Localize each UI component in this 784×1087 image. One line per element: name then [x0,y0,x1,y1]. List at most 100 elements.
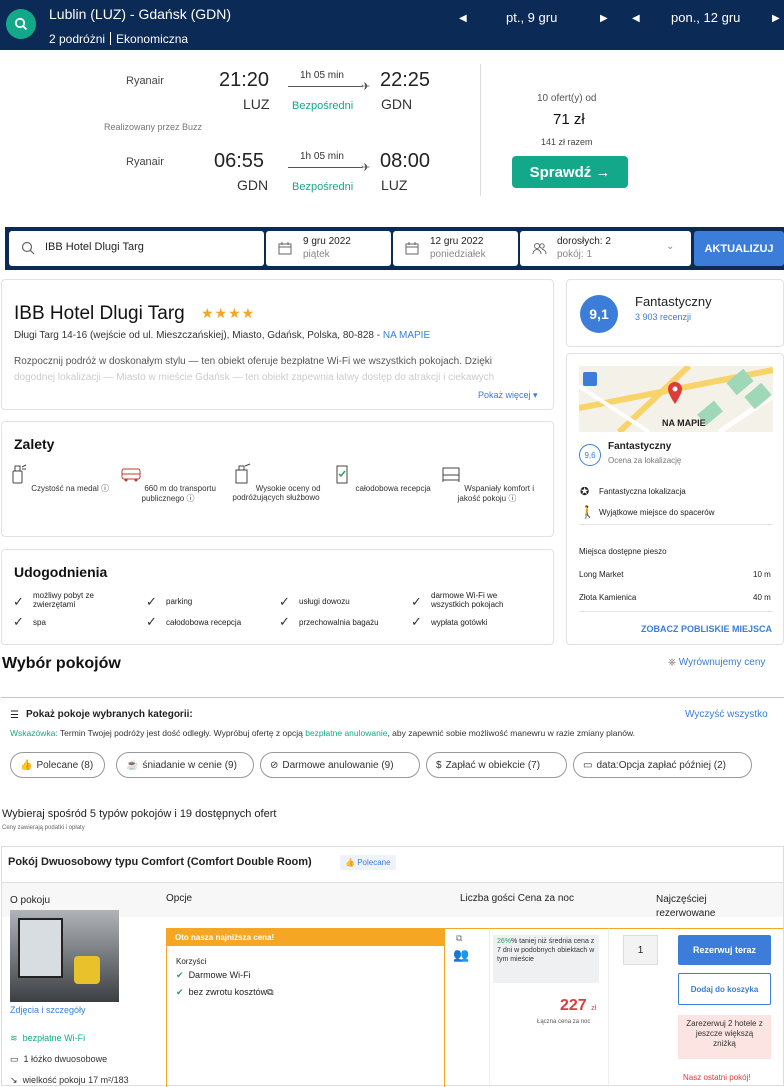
trip-details[interactable]: 2 podróżni Ekonomiczna [49,32,188,46]
reviews-link[interactable]: 3 903 recenzji [635,312,691,322]
offer-count: 10 ofert(y) od [537,93,597,104]
next-outbound-date-icon[interactable]: ▶ [600,13,608,24]
bed-icon [442,467,460,482]
filter-breakfast[interactable]: ☕ śniadanie w cenie (9) [116,752,254,778]
check-icon: ✓ [411,614,422,629]
room-name: Pokój Dwuosobowy typu Comfort (Comfort D… [8,856,312,868]
bed-amenity: ▭ 1 łóżko dwuosobowe [10,1054,108,1064]
room-photo[interactable] [10,910,119,1002]
direct-label: Bezpośredni [292,100,354,112]
check-icon: ✓ [411,594,422,609]
flight-duration: 1h 05 min [300,151,344,162]
map-preview[interactable]: NA MAPIE [579,366,773,432]
col-popular: Najczęściej rezerwowane [656,894,716,919]
col-about: O pokoju [10,895,51,906]
reception-icon [336,465,348,484]
filter-pay-later[interactable]: ▭ data:Opcja zapłać później (2) [573,752,752,778]
map-pin-icon [668,382,682,404]
multi-hotel-promo[interactable]: Zarezerwuj 2 hotele z jeszcze większą zn… [678,1015,771,1059]
quantity-select[interactable]: 1 [623,935,658,965]
checkin-field[interactable]: 9 gru 2022 piątek [266,231,391,266]
facility-item: usługi dowozu [299,597,350,606]
check-icon: ✓ [146,594,157,609]
check-icon: ✓ [279,594,290,609]
show-more-link[interactable]: Pokaż więcej ▾ [478,390,538,401]
last-room-label: Nasz ostatni pokój! [683,1073,751,1082]
outbound-date[interactable]: pt., 9 gru [506,10,557,25]
checkout-field[interactable]: 12 gru 2022 poniedziałek [393,231,518,266]
guests-field[interactable]: dorosłych: 2 pokój: 1 ⌄ [520,231,691,266]
award-icon: ✪ [580,486,590,498]
flight-duration: 1h 05 min [300,70,344,81]
offer-total: 141 zł razem [541,137,593,147]
filter-free-cancel[interactable]: ⊘ Darmowe anulowanie (9) [260,752,420,778]
hotel-description: Rozpocznij podróż w doskonałym stylu — t… [14,356,492,367]
route-title[interactable]: Lublin (LUZ) - Gdańsk (GDN) [49,6,231,22]
location-rating-label: Fantastyczny [608,441,672,452]
guests-icon [532,243,547,255]
hotel-search-input[interactable]: IBB Hotel Dlugi Targ [9,231,264,266]
col-guests-price: Liczba gości Cena za noc [460,893,574,904]
hotel-search-value: IBB Hotel Dlugi Targ [45,241,144,253]
reserve-cell: 1 Rezerwuj teraz Dodaj do koszyka Zareze… [608,928,783,1087]
rating-label: Fantastyczny [635,294,712,309]
prev-outbound-date-icon[interactable]: ◀ [459,13,467,24]
advantages-card: Zalety Czystość na medal ⓘ 660 m do tran… [1,421,554,537]
place-name: Złota Kamienica [579,593,637,602]
add-to-cart-button[interactable]: Dodaj do koszyka [678,973,771,1005]
search-icon [21,241,35,255]
adults-count: dorosłych: 2 [557,236,611,247]
place-distance: 40 m [753,593,771,602]
benefit-item: ✔ bez zwrotu kosztów⧉ [176,987,274,997]
map-label[interactable]: NA MAPIE [662,418,706,428]
copy-icon: ⧉ [456,933,463,943]
search-icon[interactable] [6,9,36,39]
facility-item: darmowe Wi-Fi we wszystkich pokojach [431,591,504,609]
location-rating-sub: Ocena za lokalizację [608,456,682,465]
facility-item: całodobowa recepcja [166,618,242,627]
col-options: Opcje [166,893,193,904]
departure-time: 21:20 [219,69,270,91]
price-note: Łączna cena za noc [537,1019,591,1025]
airline: Ryanair [126,156,164,168]
rating-card[interactable]: 9,1 Fantastyczny 3 903 recenzji [566,279,784,347]
pay-icon: $ [436,759,442,771]
wifi-amenity: ≋ bezpłatne Wi-Fi [10,1033,86,1043]
arrival-code: GDN [381,96,413,112]
offer-option: Oto nasza najniższa cena! Korzyści ✔ Dar… [166,928,445,1087]
map-link[interactable]: NA MAPIE [383,330,430,341]
travel-hint: Wskazówka: Termin Twojej podróży jest do… [10,728,636,738]
rooms-summary: Wybieraj spośród 5 typów pokojów i 19 do… [2,808,277,820]
benefits-title: Korzyści [176,957,207,966]
chevron-down-icon: ⌄ [666,241,675,252]
advantage-item: całodobowa recepcja [328,463,434,493]
thumbs-up-icon: 👍 [20,759,33,771]
update-button[interactable]: AKTUALIZUJ [694,231,784,266]
filter-icon: ☰ [10,710,19,721]
transit-icon [583,372,597,386]
info-icon[interactable]: ⧉ [267,987,273,997]
advantage-item: Czystość na medal ⓘ [5,463,111,494]
departure-time: 06:55 [214,150,265,172]
wifi-icon: ≋ [10,1033,18,1043]
feature-walking: Wyjątkowe miejsce do spacerów [599,508,715,517]
size-icon: ↘ [10,1075,18,1085]
facility-item: możliwy pobyt ze zwierzętami [33,591,94,609]
business-icon [235,463,251,484]
place-name: Long Market [579,570,624,579]
photos-link[interactable]: Zdjęcia i szczegóły [10,1005,86,1015]
rating-score-badge: 9,1 [580,295,618,333]
prev-return-date-icon[interactable]: ◀ [632,13,640,24]
filter-pay-at-hotel[interactable]: $ Zapłać w obiekcie (7) [426,752,567,778]
check-offer-button[interactable]: Sprawdź → [512,156,628,188]
clear-all-link[interactable]: Wyczyść wszystko [685,709,768,720]
price-match-link[interactable]: ⎈ Wyrównujemy ceny [668,657,765,668]
return-date[interactable]: pon., 12 gru [671,10,740,25]
filter-recommended[interactable]: 👍 Polecane (8) [10,752,105,778]
plane-icon: ✈ [361,81,371,93]
next-return-date-icon[interactable]: ▶ [772,13,780,24]
hotel-stars: ★★★★ [201,305,256,321]
reserve-now-button[interactable]: Rezerwuj teraz [678,935,771,965]
see-nearby-link[interactable]: ZOBACZ POBLISKIE MIEJSCA [641,624,772,634]
airline: Ryanair [126,75,164,87]
